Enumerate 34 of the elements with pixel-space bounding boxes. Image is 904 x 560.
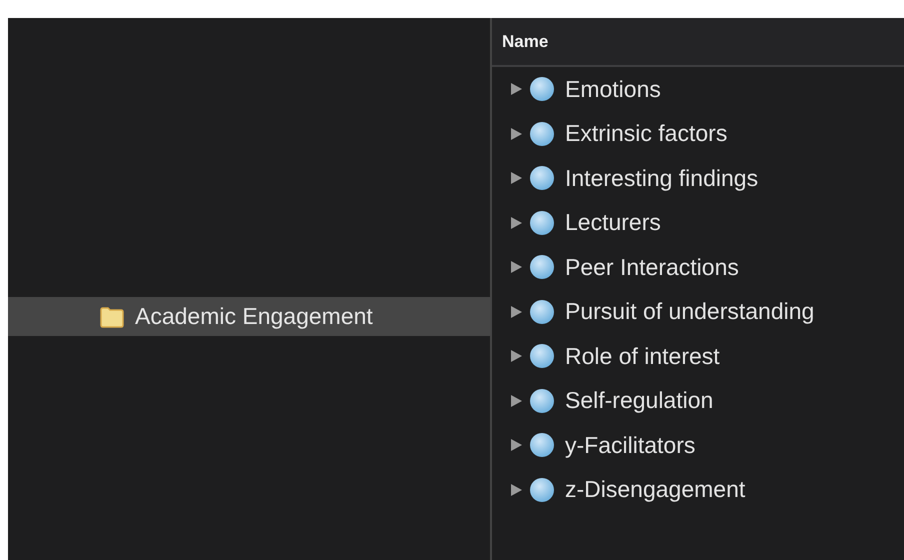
disclosure-triangle-icon[interactable] — [510, 438, 523, 452]
node-label[interactable]: Self-regulation — [565, 387, 714, 414]
ball-icon — [529, 76, 555, 102]
node-label[interactable]: Peer Interactions — [565, 254, 739, 281]
disclosure-triangle-icon[interactable] — [510, 304, 523, 319]
node-label[interactable]: y-Facilitators — [565, 432, 696, 459]
ball-icon — [529, 120, 555, 147]
folder-label: Academic Engagement — [135, 303, 373, 330]
node-label[interactable]: Role of interest — [565, 342, 720, 370]
node-label[interactable]: Pursuit of understanding — [565, 298, 814, 326]
disclosure-triangle-icon[interactable] — [510, 171, 523, 186]
node-label[interactable]: Lecturers — [565, 209, 661, 236]
node-label[interactable]: Interesting findings — [565, 164, 758, 192]
ball-icon — [529, 343, 555, 370]
disclosure-triangle-icon[interactable] — [510, 126, 523, 141]
disclosure-triangle-icon[interactable] — [510, 216, 523, 230]
disclosure-triangle-icon[interactable] — [510, 394, 523, 408]
sidebar-item[interactable]: Academic Engagement — [8, 297, 490, 336]
disclosure-triangle-icon[interactable] — [510, 260, 523, 274]
node-label[interactable]: Extrinsic factors — [565, 120, 728, 148]
ball-icon — [529, 432, 555, 458]
folder-icon — [99, 306, 125, 328]
ball-icon — [529, 388, 555, 414]
node-label[interactable]: Emotions — [565, 76, 661, 103]
ball-icon — [529, 165, 555, 192]
ball-icon — [529, 254, 555, 280]
node-label[interactable]: z-Disengagement — [565, 476, 746, 504]
column-header[interactable]: Name — [492, 18, 904, 67]
ball-icon — [529, 476, 555, 503]
disclosure-triangle-icon[interactable] — [510, 349, 523, 364]
disclosure-triangle-icon[interactable] — [510, 82, 523, 96]
disclosure-triangle-icon[interactable] — [510, 482, 523, 497]
ball-icon — [529, 210, 555, 236]
ball-icon — [529, 298, 555, 325]
